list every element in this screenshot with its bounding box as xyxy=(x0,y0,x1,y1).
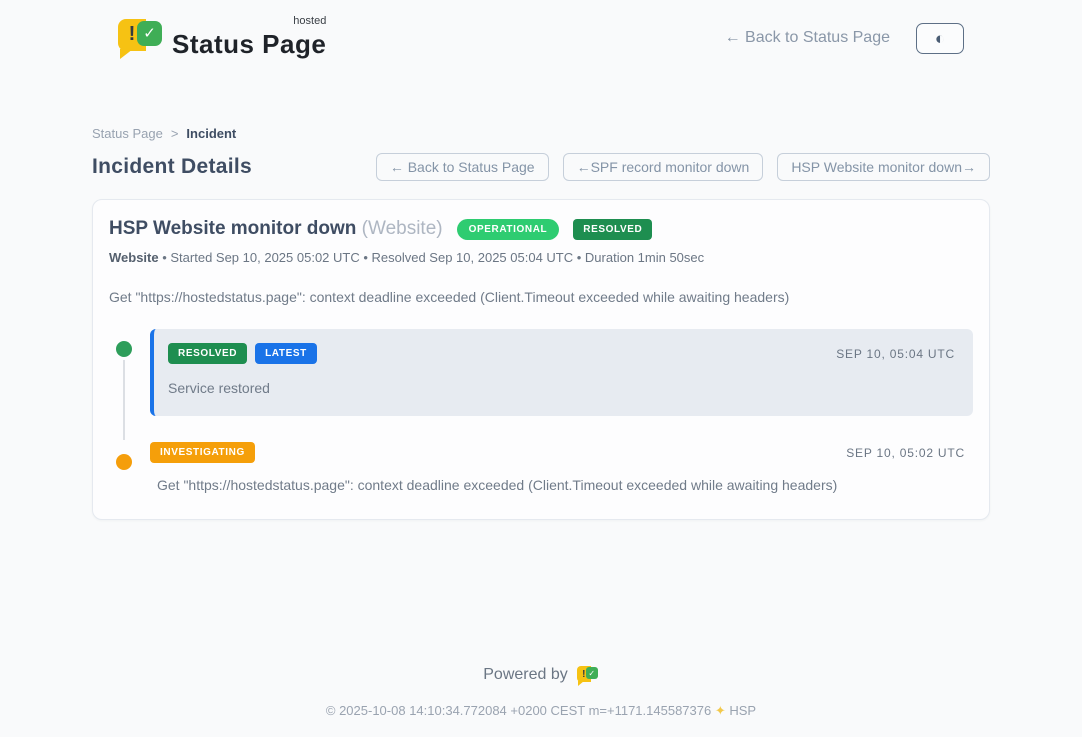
powered-by-label: Powered by xyxy=(483,666,568,684)
timeline-message: Get "https://hostedstatus.page": context… xyxy=(150,477,965,493)
timeline-entry-resolved: RESOLVED LATEST SEP 10, 05:04 UTC Servic… xyxy=(109,329,973,416)
main-content: Status Page > Incident Incident Details … xyxy=(92,76,990,665)
incident-card: HSP Website monitor down (Website) OPERA… xyxy=(92,199,990,520)
copyright-text: © 2025-10-08 14:10:34.772084 +0200 CEST … xyxy=(326,703,711,718)
resolved-state-badge: RESOLVED xyxy=(573,219,652,240)
header-back-link[interactable]: ← Back to Status Page xyxy=(725,29,890,47)
incident-meta-detail: • Started Sep 10, 2025 05:02 UTC • Resol… xyxy=(159,250,705,265)
timeline-highlight-box: RESOLVED LATEST SEP 10, 05:04 UTC Servic… xyxy=(150,329,973,416)
timeline-badges: RESOLVED LATEST xyxy=(168,343,317,364)
breadcrumb-incident: Incident xyxy=(186,126,236,141)
prev-incident-button[interactable]: ←SPF record monitor down xyxy=(563,153,764,181)
site-footer: Powered by ! ✓ © 2025-10-08 14:10:34.772… xyxy=(0,665,1082,737)
timeline-dot-orange xyxy=(116,454,132,470)
sparkles-icon: ✦ xyxy=(715,703,726,718)
site-header: ! ✓ Status Page hosted ← Back to Status … xyxy=(0,0,1082,76)
back-to-status-page-button[interactable]: ← Back to Status Page xyxy=(376,153,549,181)
mini-logo-tail xyxy=(578,681,584,686)
half-circle-icon: ◐ xyxy=(935,30,945,47)
page-title: Incident Details xyxy=(92,155,252,179)
breadcrumb: Status Page > Incident xyxy=(92,126,990,141)
timeline-timestamp: SEP 10, 05:04 UTC xyxy=(836,347,955,361)
incident-title: HSP Website monitor down (Website) xyxy=(109,218,443,240)
brand-wordmark: Status Page hosted xyxy=(172,17,326,60)
operational-status-badge: OPERATIONAL xyxy=(457,219,560,240)
brand-superscript: hosted xyxy=(293,15,326,27)
brand-logo-icon: ! ✓ xyxy=(118,17,162,57)
mini-logo-checkmark-icon: ✓ xyxy=(586,667,598,679)
copyright-line: © 2025-10-08 14:10:34.772084 +0200 CEST … xyxy=(0,703,1082,719)
incident-component: Website xyxy=(109,250,159,265)
title-row: Incident Details ← Back to Status Page ←… xyxy=(92,153,990,181)
powered-by-logo-icon[interactable]: ! ✓ xyxy=(577,665,599,685)
incident-nav-buttons: ← Back to Status Page ←SPF record monito… xyxy=(376,153,990,181)
copyright-suffix: HSP xyxy=(729,703,756,718)
next-incident-button[interactable]: HSP Website monitor down→ xyxy=(777,153,990,181)
logo-checkmark-icon: ✓ xyxy=(137,21,162,46)
brand-name: Status Page xyxy=(172,29,326,59)
timeline-entry-header: INVESTIGATING SEP 10, 05:02 UTC xyxy=(150,442,965,463)
incident-title-text: HSP Website monitor down xyxy=(109,218,356,239)
brand-logo[interactable]: ! ✓ Status Page hosted xyxy=(118,17,326,60)
incident-meta: Website • Started Sep 10, 2025 05:02 UTC… xyxy=(109,250,973,265)
breadcrumb-separator: > xyxy=(171,126,179,141)
timeline-timestamp: SEP 10, 05:02 UTC xyxy=(846,446,965,460)
breadcrumb-status-page[interactable]: Status Page xyxy=(92,126,163,141)
powered-by-row: Powered by ! ✓ xyxy=(0,665,1082,685)
timeline-message: Service restored xyxy=(168,380,955,396)
theme-toggle-button[interactable]: ◐ xyxy=(916,23,964,54)
latest-badge: LATEST xyxy=(255,343,317,364)
timeline-badges: INVESTIGATING xyxy=(150,442,255,463)
logo-bubble-tail xyxy=(120,49,133,59)
incident-description: Get "https://hostedstatus.page": context… xyxy=(109,289,973,305)
resolved-badge: RESOLVED xyxy=(168,343,247,364)
header-actions: ← Back to Status Page ◐ xyxy=(725,23,964,54)
timeline-entry-header: RESOLVED LATEST SEP 10, 05:04 UTC xyxy=(168,343,955,364)
investigating-badge: INVESTIGATING xyxy=(150,442,255,463)
incident-timeline: RESOLVED LATEST SEP 10, 05:04 UTC Servic… xyxy=(109,329,973,493)
incident-card-header: HSP Website monitor down (Website) OPERA… xyxy=(109,218,973,240)
incident-scope: (Website) xyxy=(362,218,443,239)
timeline-entry-investigating: INVESTIGATING SEP 10, 05:02 UTC Get "htt… xyxy=(109,442,973,493)
timeline-dot-green xyxy=(116,341,132,357)
